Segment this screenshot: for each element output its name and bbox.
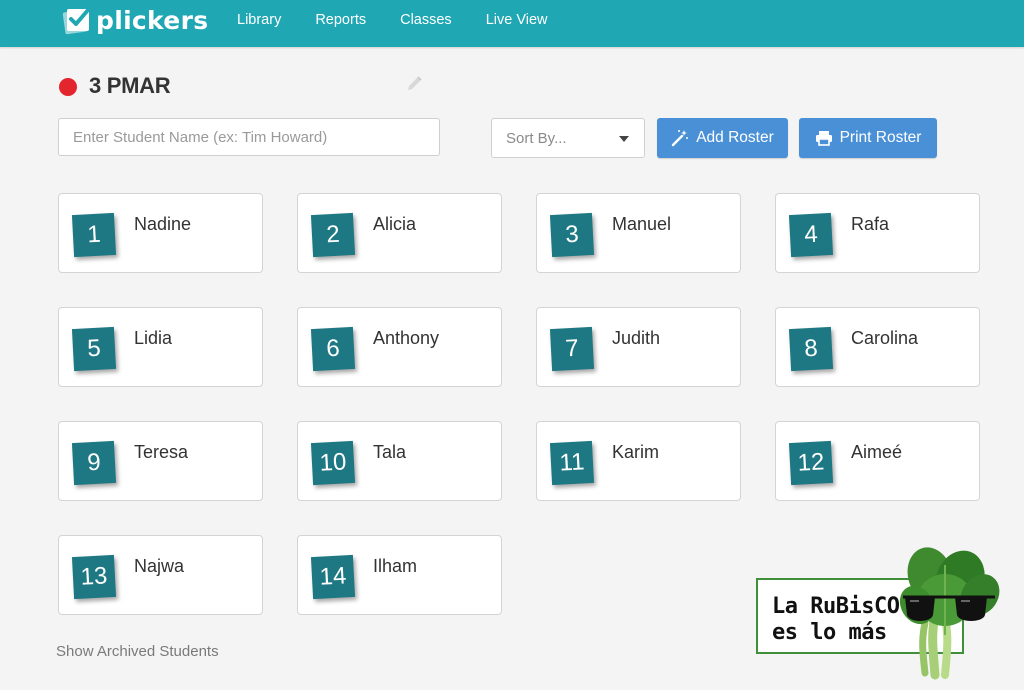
logo-text: plickers [96,5,209,35]
class-status-dot [59,78,77,96]
card-number-badge: 11 [549,440,595,486]
student-search-input[interactable] [58,118,440,156]
main-nav: Library Reports Classes Live View [237,12,581,28]
print-roster-button[interactable]: Print Roster [799,118,937,158]
top-navbar: plickers Library Reports Classes Live Vi… [0,0,1024,47]
student-card[interactable]: 2 Alicia [297,193,502,273]
student-name: Tala [373,442,407,462]
student-grid: 1 Nadine 2 Alicia 3 Manuel 4 Rafa 5 Lidi… [58,193,982,615]
spinach-sunglasses-icon [895,545,1005,680]
card-number-badge: 14 [310,554,356,600]
class-title: 3 PMAR [89,73,171,98]
student-card[interactable]: 6 Anthony [297,307,502,387]
nav-library[interactable]: Library [237,12,281,28]
student-card[interactable]: 14 Ilham [297,535,502,615]
student-name: Nadine [134,214,192,234]
printer-icon [815,130,833,146]
student-name: Aimeé [851,442,903,462]
card-number-badge: 6 [310,326,356,372]
student-card[interactable]: 9 Teresa [58,421,263,501]
student-name: Manuel [612,214,672,234]
card-number-badge: 9 [71,440,117,486]
card-number-badge: 3 [549,212,595,258]
caret-down-icon [619,136,629,142]
sticker-line-1: La RuBisCO [772,594,900,619]
student-card[interactable]: 13 Najwa [58,535,263,615]
card-number-badge: 2 [310,212,356,258]
sticker-line-2: es lo más [772,620,887,645]
card-number-badge: 7 [549,326,595,372]
card-number-badge: 10 [310,440,356,486]
student-name: Teresa [134,442,189,462]
student-card[interactable]: 12 Aimeé [775,421,980,501]
pencil-icon[interactable] [405,73,425,93]
student-card[interactable]: 11 Karim [536,421,741,501]
student-name: Ilham [373,556,418,576]
student-name: Rafa [851,214,890,234]
student-name: Karim [612,442,660,462]
card-number-badge: 5 [71,326,117,372]
student-name: Anthony [373,328,440,348]
card-number-badge: 4 [788,212,834,258]
show-archived-link[interactable]: Show Archived Students [56,643,219,660]
card-number-badge: 8 [788,326,834,372]
sort-by-select[interactable]: Sort By... [491,118,645,158]
card-number-badge: 1 [71,212,117,258]
print-roster-label: Print Roster [839,129,922,146]
nav-reports[interactable]: Reports [315,12,366,28]
student-card[interactable]: 8 Carolina [775,307,980,387]
sort-by-label: Sort By... [506,129,567,147]
student-card[interactable]: 3 Manuel [536,193,741,273]
nav-classes[interactable]: Classes [400,12,452,28]
student-card[interactable]: 1 Nadine [58,193,263,273]
student-name: Carolina [851,328,919,348]
nav-live-view[interactable]: Live View [486,12,548,28]
student-name: Judith [612,328,661,348]
magic-wand-icon [671,129,689,147]
card-number-badge: 12 [788,440,834,486]
check-card-icon [62,6,92,35]
plickers-logo[interactable]: plickers [62,4,208,36]
student-card[interactable]: 5 Lidia [58,307,263,387]
student-card[interactable]: 4 Rafa [775,193,980,273]
card-number-badge: 13 [71,554,117,600]
add-roster-label: Add Roster [696,129,774,146]
student-card[interactable]: 7 Judith [536,307,741,387]
student-name: Lidia [134,328,173,348]
add-roster-button[interactable]: Add Roster [657,118,788,158]
student-name: Alicia [373,214,417,234]
student-card[interactable]: 10 Tala [297,421,502,501]
student-name: Najwa [134,556,185,576]
